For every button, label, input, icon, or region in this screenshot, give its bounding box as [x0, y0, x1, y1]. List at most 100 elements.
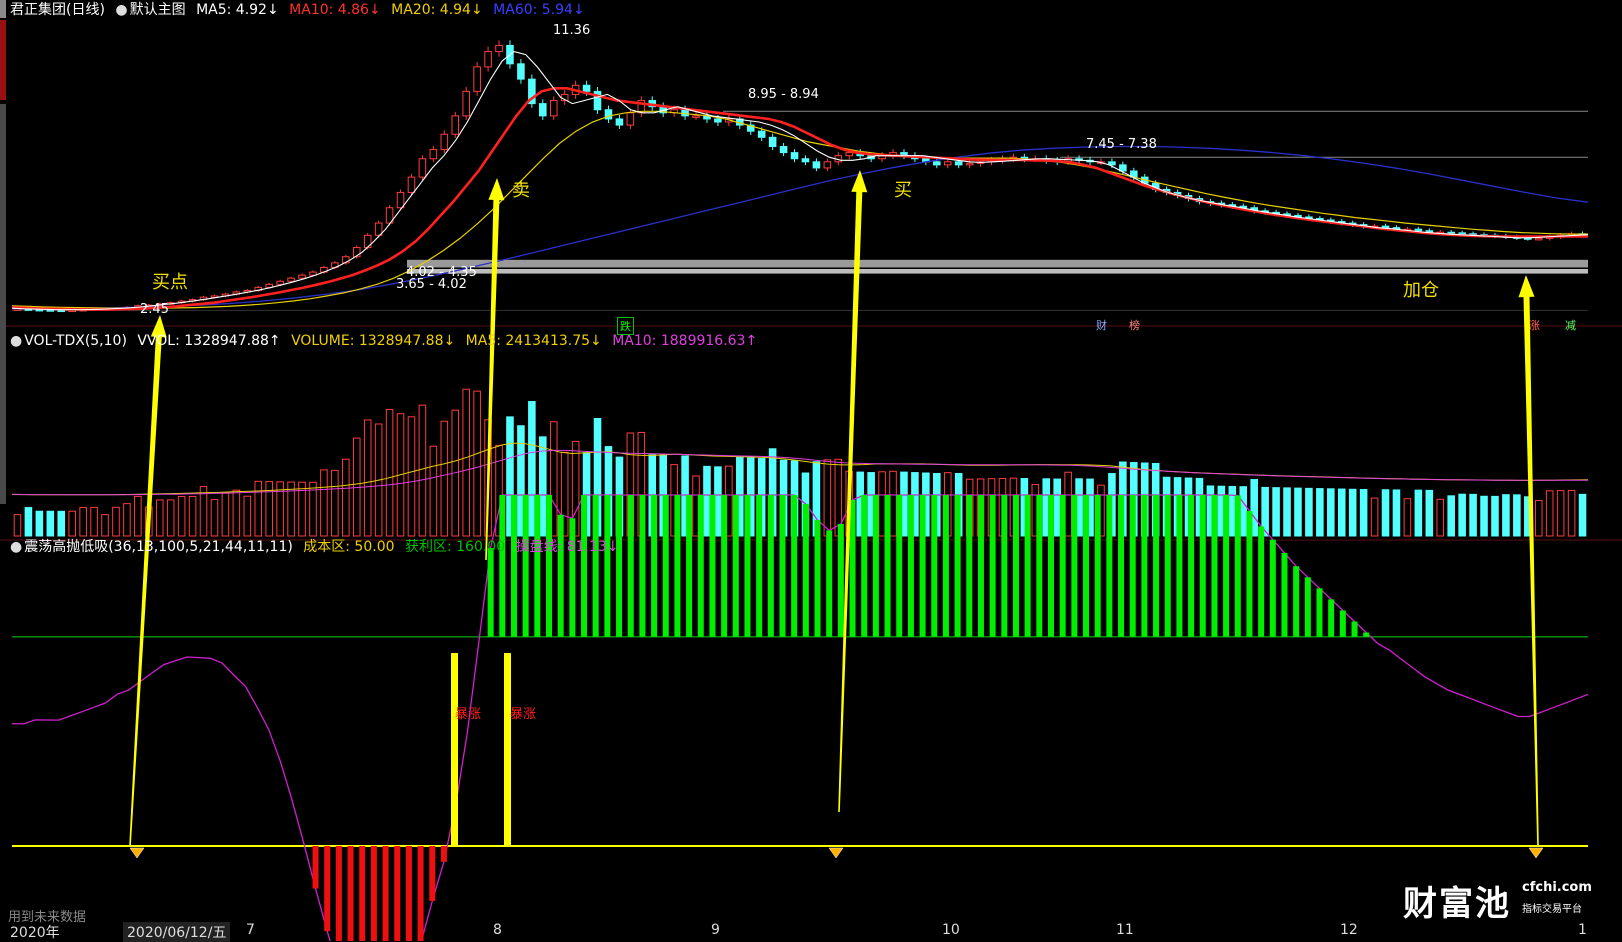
- sell-label: 卖: [512, 180, 530, 201]
- candle-body: [812, 161, 821, 169]
- volume-ma5-value: MA5: 2413413.75↓: [465, 333, 602, 349]
- profit-histogram-bar: [767, 495, 774, 637]
- profit-histogram-bar: [1316, 588, 1323, 637]
- volume-bar: [418, 404, 427, 537]
- volume-bar: [331, 469, 339, 537]
- profit-histogram-bar: [557, 514, 564, 637]
- marker-die[interactable]: 跌: [617, 317, 634, 335]
- high-price-label: 11.36: [553, 23, 591, 38]
- marker-zhang[interactable]: 涨: [1527, 317, 1542, 333]
- profit-histogram-bar: [1176, 495, 1183, 637]
- volume-ma10-value: MA10: 1889916.63↑: [612, 333, 758, 349]
- profit-histogram-bar: [1059, 495, 1066, 637]
- volume-bar: [1359, 488, 1368, 537]
- candle-body: [1381, 225, 1390, 229]
- grey-band-upper: [407, 259, 1588, 268]
- cost-histogram-bar: [359, 846, 366, 941]
- candle-body: [1534, 237, 1543, 241]
- volume-bar: [823, 459, 832, 537]
- volume-bar: [1228, 485, 1237, 537]
- candle-body: [933, 161, 941, 166]
- profit-histogram-bar: [510, 495, 517, 637]
- volume-bar: [1447, 495, 1455, 537]
- volume-ma10-line: [11, 449, 1588, 496]
- cfchi-subtitle: 指标交易平台: [1522, 904, 1582, 915]
- profit-histogram-bar: [546, 495, 553, 637]
- surge-label-1: 暴涨: [455, 707, 482, 722]
- volume-value: VOLUME: 1328947.88↓: [291, 333, 456, 349]
- indicator-toggle-icon[interactable]: ●: [10, 539, 22, 555]
- cost-histogram-bar: [405, 846, 412, 941]
- profit-histogram-bar: [1047, 495, 1054, 637]
- profit-histogram-bar: [814, 520, 821, 637]
- surge-bar-1: [451, 653, 458, 846]
- volume-bar: [35, 510, 44, 537]
- profit-histogram-bar: [522, 495, 529, 637]
- candle-body: [396, 191, 405, 209]
- buy-label: 买: [894, 180, 912, 201]
- ma20-line: [11, 110, 1588, 309]
- volume-bar: [177, 495, 186, 537]
- profit-histogram-bar: [942, 495, 949, 637]
- profit-histogram-bar: [896, 495, 903, 637]
- marker-bang[interactable]: 榜: [1127, 317, 1142, 333]
- volume-bar: [210, 499, 219, 537]
- volume-bar: [429, 445, 438, 537]
- profit-histogram-bar: [697, 495, 704, 637]
- candle-body: [845, 152, 854, 157]
- volume-bar: [1436, 498, 1445, 537]
- x-tick-11: 11: [1116, 922, 1134, 938]
- x-tick-1: 1: [1578, 922, 1587, 938]
- volume-bar: [1370, 497, 1379, 537]
- stock-title[interactable]: 君正集团(日线): [10, 2, 105, 18]
- profit-histogram-bar: [732, 495, 739, 637]
- volume-bar: [1502, 494, 1510, 537]
- volume-bar: [1556, 490, 1565, 537]
- chart-mode-label[interactable]: 默认主图: [130, 2, 186, 18]
- x-tick-9: 9: [711, 922, 720, 938]
- volume-bar: [90, 506, 98, 537]
- profit-histogram-bar: [721, 495, 728, 637]
- marker-jian[interactable]: 减: [1563, 317, 1578, 333]
- volume-bar: [1337, 488, 1346, 537]
- marker-cai[interactable]: 财: [1094, 317, 1109, 333]
- profit-histogram-bar: [1129, 495, 1136, 637]
- candle-body: [954, 161, 963, 166]
- volume-title[interactable]: VOL-TDX(5,10): [24, 333, 127, 349]
- candle-body: [407, 176, 416, 193]
- cost-zone-value: 成本区: 50.00: [303, 539, 395, 555]
- profit-histogram-bar: [861, 495, 868, 637]
- candle-body: [440, 133, 449, 151]
- profit-histogram-bar: [1188, 495, 1195, 637]
- profit-histogram-bar: [709, 495, 716, 637]
- profit-histogram-bar: [1234, 495, 1241, 637]
- volume-bar: [1425, 489, 1434, 537]
- profit-histogram-bar: [1118, 495, 1125, 637]
- cost-histogram-bar: [324, 846, 331, 932]
- profit-histogram-bar: [1094, 495, 1101, 637]
- volume-bar: [123, 503, 131, 537]
- volume-bar: [407, 416, 416, 537]
- left-sidebar[interactable]: [0, 0, 7, 504]
- indicator-title[interactable]: 震荡高抛低吸(36,13,100,5,21,44,11,11): [24, 539, 293, 555]
- volume-bar: [320, 469, 328, 537]
- volume-bar: [889, 470, 897, 537]
- volume-bar: [1458, 493, 1466, 537]
- chart-mode-icon[interactable]: ●: [115, 2, 127, 18]
- candle-body: [790, 152, 799, 160]
- volume-bar: [1316, 488, 1324, 537]
- profit-histogram-bar: [1293, 566, 1300, 637]
- profit-histogram-bar: [826, 530, 833, 637]
- indicator-header: ● 震荡高抛低吸(36,13,100,5,21,44,11,11) 成本区: 50…: [10, 538, 625, 556]
- volume-bar: [1272, 487, 1280, 537]
- volume-bar: [1534, 500, 1543, 537]
- volume-bar: [363, 419, 372, 537]
- profit-histogram-bar: [919, 495, 926, 637]
- ma60-value: MA60: 5.94↓: [493, 2, 585, 18]
- candle-body: [1414, 228, 1423, 232]
- profit-histogram-bar: [1281, 552, 1288, 637]
- volume-toggle-icon[interactable]: ●: [10, 333, 22, 349]
- range-label-2: 7.45 - 7.38: [1086, 137, 1157, 152]
- profit-histogram-bar: [686, 495, 693, 637]
- profit-histogram-bar: [989, 495, 996, 637]
